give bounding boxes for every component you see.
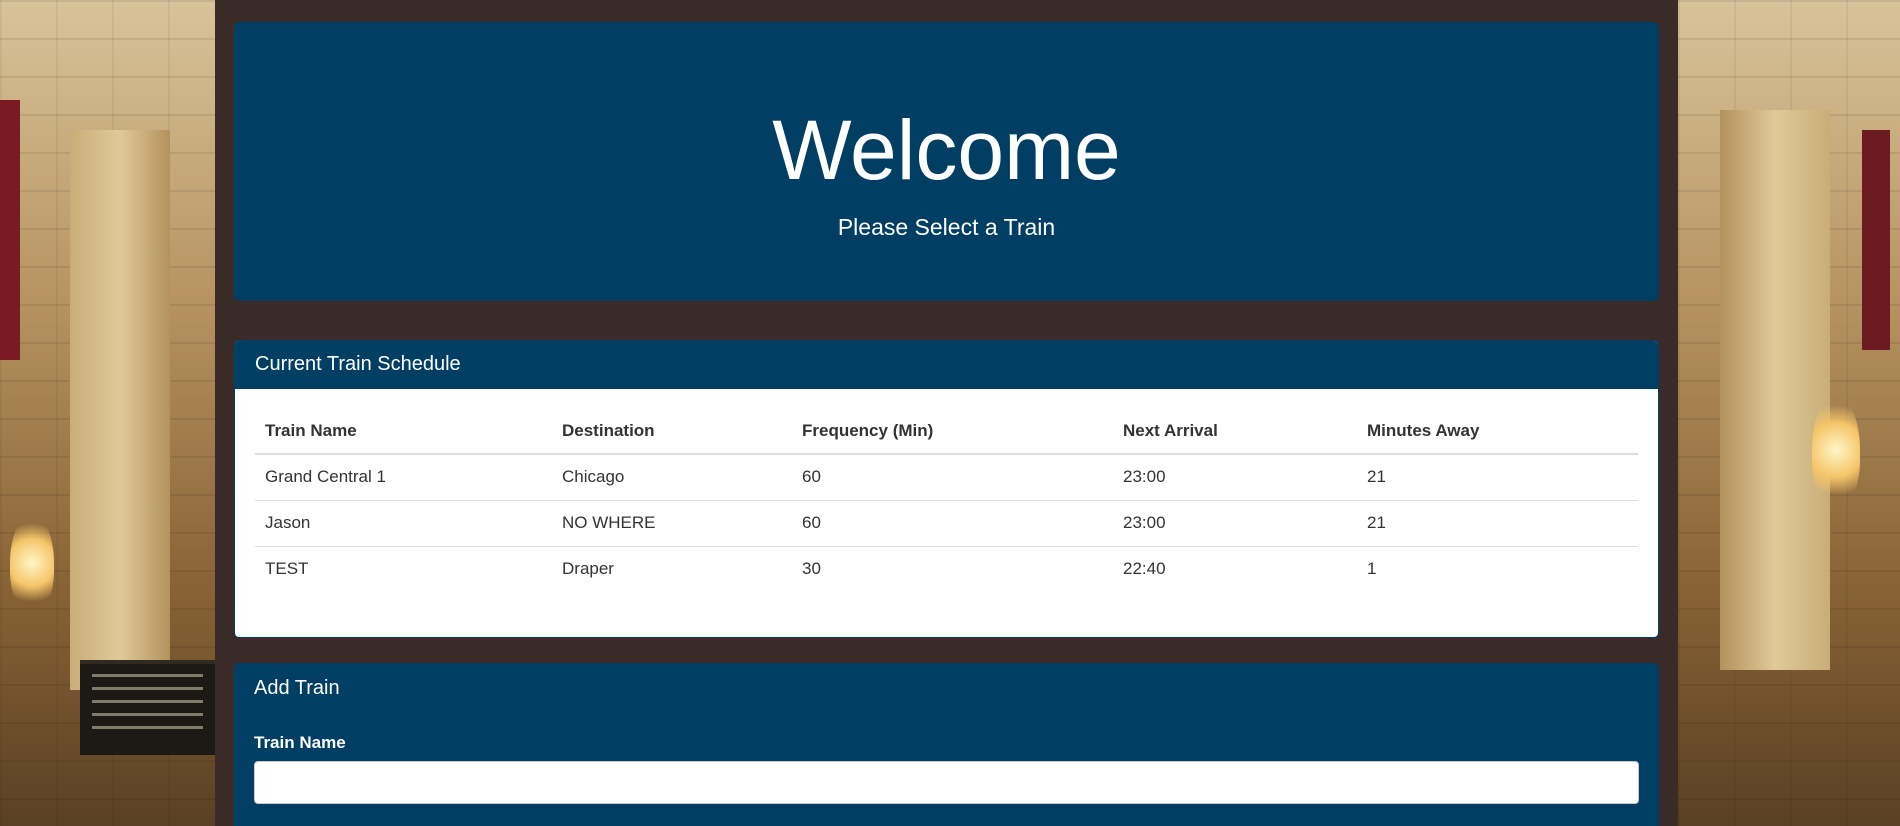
cell-frequency: 60 [792, 499, 1113, 546]
chandelier-decoration [1812, 395, 1860, 505]
cell-frequency: 60 [802, 467, 821, 487]
table-row: Jason NO WHERE 60 23:00 21 [255, 499, 1638, 546]
page-title: Welcome [772, 103, 1121, 197]
chandelier-decoration [10, 515, 54, 610]
welcome-jumbotron: Welcome Please Select a Train [234, 22, 1659, 301]
cell-next-arrival: 23:00 [1113, 499, 1357, 546]
banner-decoration [1862, 130, 1890, 350]
column-header-destination: Destination [552, 409, 792, 455]
cell-minutes-away: 21 [1357, 499, 1638, 546]
train-name-input[interactable] [254, 761, 1639, 804]
column-header-frequency: Frequency (Min) [792, 409, 1113, 455]
train-name-label: Train Name [254, 733, 346, 752]
departure-board-decoration [80, 660, 215, 755]
table-header-row: Train Name Destination Frequency (Min) N… [255, 409, 1638, 455]
table-row: TEST Draper 30 22:40 1 [255, 545, 1638, 592]
column-header-train-name: Train Name [255, 409, 552, 455]
cell-destination: Draper [552, 545, 792, 592]
cell-destination: Chicago [562, 467, 625, 487]
cell-next-arrival: 23:00 [1123, 467, 1166, 487]
background-image-right [1678, 0, 1900, 826]
schedule-table: Train Name Destination Frequency (Min) N… [255, 409, 1638, 592]
cell-destination: NO WHERE [552, 499, 792, 546]
cell-next-arrival: 22:40 [1113, 545, 1357, 592]
cell-train-name: Grand Central 1 [265, 467, 386, 487]
add-train-heading: Add Train [254, 677, 340, 699]
cell-minutes-away: 21 [1367, 467, 1386, 487]
pillar-decoration [70, 130, 170, 690]
add-train-panel: Add Train Train Name [234, 663, 1659, 826]
column-header-minutes-away: Minutes Away [1357, 409, 1638, 455]
cell-frequency: 30 [792, 545, 1113, 592]
cell-train-name: Jason [255, 499, 552, 546]
page-subtitle: Please Select a Train [837, 214, 1056, 240]
schedule-panel: Current Train Schedule Train Name Destin… [234, 340, 1659, 638]
background-image-left [0, 0, 215, 826]
column-header-next-arrival: Next Arrival [1113, 409, 1357, 455]
banner-decoration [0, 100, 20, 360]
schedule-panel-heading: Current Train Schedule [235, 341, 1658, 389]
table-row: Grand Central 1 Chicago 60 23:00 21 [255, 454, 1638, 500]
cell-train-name: TEST [255, 545, 552, 592]
pillar-decoration [1720, 110, 1830, 670]
main-container: Welcome Please Select a Train Current Tr… [215, 0, 1678, 826]
cell-minutes-away: 1 [1357, 545, 1638, 592]
